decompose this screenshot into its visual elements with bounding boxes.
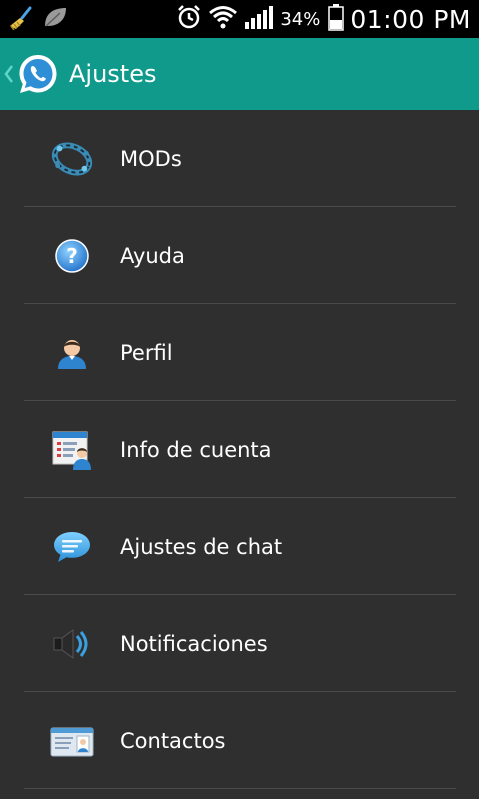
- settings-item-label: Contactos: [120, 728, 226, 753]
- help-icon: ?: [50, 234, 94, 278]
- wifi-icon: [208, 4, 238, 34]
- chat-bubble-icon: [50, 525, 94, 569]
- status-left-icons: [8, 4, 68, 34]
- status-time: 01:00 PM: [350, 4, 471, 34]
- settings-item-label: Info de cuenta: [120, 437, 272, 462]
- status-right-icons: 34% 01:00 PM: [176, 0, 471, 38]
- whatsapp-logo-icon[interactable]: [16, 52, 60, 96]
- settings-item-mods[interactable]: MODs: [0, 110, 479, 207]
- settings-item-notificaciones[interactable]: Notificaciones: [0, 595, 479, 692]
- leaf-icon: [42, 4, 68, 34]
- settings-list: MODs ? Ayuda Perfil Info de cuenta Ajust…: [0, 110, 479, 789]
- status-bar: 34% 01:00 PM: [0, 0, 479, 38]
- profile-icon: [50, 331, 94, 375]
- settings-item-label: Perfil: [120, 340, 173, 365]
- account-info-icon: [50, 428, 94, 472]
- back-chevron-icon[interactable]: [4, 64, 14, 84]
- action-bar: Ajustes: [0, 38, 479, 110]
- settings-item-label: Ajustes de chat: [120, 534, 283, 559]
- svg-text:?: ?: [66, 244, 78, 268]
- divider: [24, 788, 456, 789]
- signal-icon: [244, 4, 274, 34]
- settings-item-label: MODs: [120, 146, 182, 171]
- broom-icon: [8, 4, 34, 34]
- settings-item-ajustes-de-chat[interactable]: Ajustes de chat: [0, 498, 479, 595]
- settings-item-label: Ayuda: [120, 243, 185, 268]
- settings-item-contactos[interactable]: Contactos: [0, 692, 479, 789]
- speaker-icon: [50, 622, 94, 666]
- page-title: Ajustes: [69, 60, 157, 88]
- settings-item-ayuda[interactable]: ? Ayuda: [0, 207, 479, 304]
- mods-icon: [50, 137, 94, 181]
- settings-item-label: Notificaciones: [120, 631, 268, 656]
- battery-icon: [328, 3, 345, 35]
- settings-item-perfil[interactable]: Perfil: [0, 304, 479, 401]
- settings-item-info-de-cuenta[interactable]: Info de cuenta: [0, 401, 479, 498]
- alarm-icon: [176, 4, 202, 34]
- contacts-card-icon: [50, 719, 94, 763]
- battery-percent: 34%: [280, 8, 321, 30]
